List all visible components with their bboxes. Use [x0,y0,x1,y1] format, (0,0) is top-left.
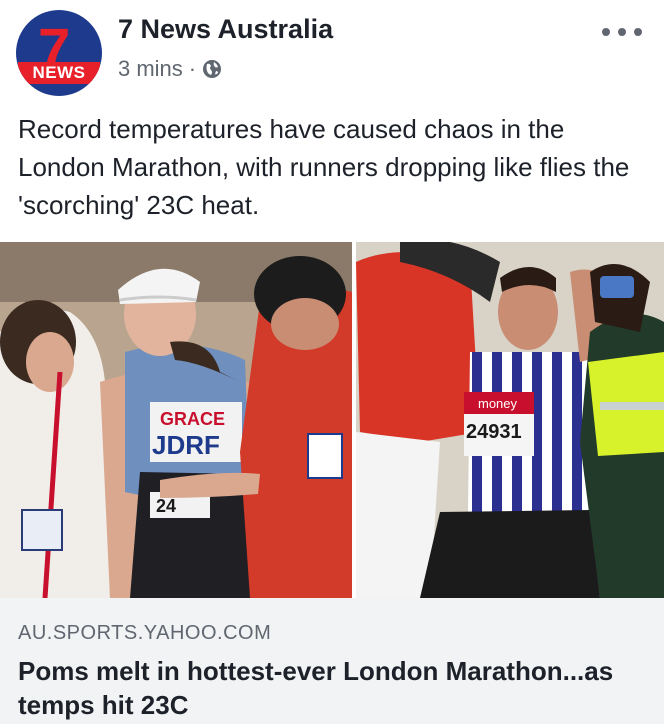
globe-icon[interactable] [202,59,222,79]
avatar-logo-word: NEWS [32,63,86,82]
more-dot-icon [602,28,610,36]
left-bib-sponsor: JDRF [152,430,220,460]
more-options-button[interactable] [602,22,642,42]
marathon-photo: GRACE JDRF 24 money 24931 [0,242,664,598]
page-name-link[interactable]: 7 News Australia [118,14,333,45]
post-text: Record temperatures have caused chaos in… [18,114,630,220]
more-dot-icon [634,28,642,36]
right-bib-number: 24931 [466,421,522,443]
link-domain: AU.SPORTS.YAHOO.COM [18,622,272,644]
post-timestamp[interactable]: 3 mins [118,56,183,82]
link-title[interactable]: Poms melt in hottest-ever London Maratho… [18,654,648,722]
meta-separator: · [188,56,197,81]
page-avatar[interactable]: 7 NEWS [16,10,102,96]
left-bib-number: 24 [156,496,176,516]
left-bib-name: GRACE [160,409,225,429]
more-dot-icon [618,28,626,36]
post-meta: 3 mins · [118,56,222,82]
post-photo[interactable]: GRACE JDRF 24 money 24931 [0,242,664,598]
right-bib-sponsor: money [478,396,518,411]
post-header: 7 NEWS 7 News Australia 3 mins · [0,0,664,100]
